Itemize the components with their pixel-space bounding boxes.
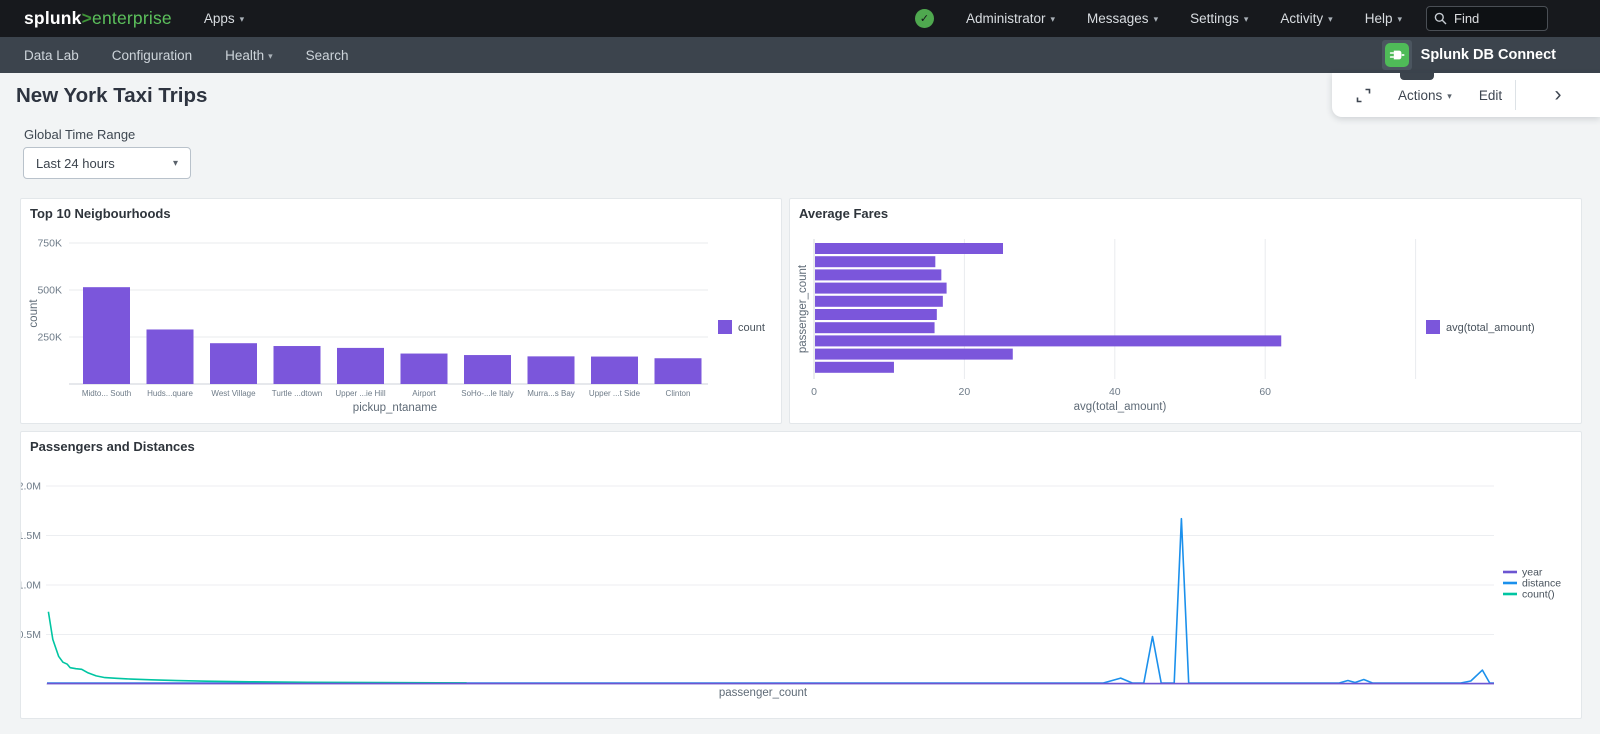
panel-average-fares: Average Fares 0204060avg(total_amount)pa… bbox=[789, 198, 1582, 424]
fullscreen-button[interactable] bbox=[1356, 88, 1371, 103]
svg-text:avg(total_amount): avg(total_amount) bbox=[1074, 401, 1167, 413]
bar-chart-top10[interactable]: 250K 500K 750K Midto... South Huds...quare We… bbox=[21, 199, 781, 423]
nav-item-health[interactable]: Health▾ bbox=[225, 48, 273, 63]
logo-brand: splunk bbox=[24, 8, 82, 28]
svg-text:1.0M: 1.0M bbox=[21, 580, 41, 592]
svg-text:passenger_count: passenger_count bbox=[719, 687, 808, 699]
time-range-value: Last 24 hours bbox=[36, 156, 173, 171]
panel-top10-neighbourhoods: Top 10 Neigbourhoods 250K500K750KMidto..… bbox=[20, 198, 782, 424]
svg-text:West Village: West Village bbox=[211, 389, 256, 398]
line-chart-passengers-distances[interactable]: 0.5M1.0M1.5M2.0Mpassenger_countyeardista… bbox=[21, 432, 1581, 718]
svg-text:Turtle ...dtown: Turtle ...dtown bbox=[272, 389, 322, 398]
logo-gt: > bbox=[82, 8, 92, 28]
nav-item-search[interactable]: Search bbox=[306, 48, 349, 63]
svg-text:60: 60 bbox=[1259, 386, 1271, 398]
svg-text:SoHo-...le Italy: SoHo-...le Italy bbox=[461, 389, 513, 398]
find-search-box[interactable] bbox=[1426, 6, 1548, 31]
time-range-label: Global Time Range bbox=[24, 127, 135, 142]
svg-text:Midto... South: Midto... South bbox=[82, 389, 131, 398]
messages-menu[interactable]: Messages▾ bbox=[1087, 11, 1158, 26]
db-connect-app-icon bbox=[1382, 40, 1412, 70]
caret-down-icon: ▾ bbox=[1051, 14, 1056, 25]
caret-down-icon: ▾ bbox=[1397, 14, 1402, 25]
app-title: Splunk DB Connect bbox=[1421, 47, 1556, 63]
svg-text:0.5M: 0.5M bbox=[21, 629, 41, 641]
expand-icon bbox=[1356, 88, 1371, 103]
search-icon bbox=[1434, 12, 1447, 25]
panel-handle bbox=[1400, 73, 1434, 80]
svg-text:Huds...quare: Huds...quare bbox=[147, 389, 193, 398]
edit-button[interactable]: Edit bbox=[1479, 88, 1502, 103]
svg-text:avg(total_amount): avg(total_amount) bbox=[1446, 322, 1535, 334]
caret-down-icon: ▾ bbox=[240, 14, 245, 25]
actions-button[interactable]: Actions▾ bbox=[1398, 88, 1452, 103]
caret-down-icon: ▾ bbox=[1244, 14, 1249, 25]
svg-text:1.5M: 1.5M bbox=[21, 530, 41, 542]
plug-icon bbox=[1385, 43, 1409, 67]
settings-menu[interactable]: Settings▾ bbox=[1190, 11, 1248, 26]
administrator-menu[interactable]: Administrator▾ bbox=[966, 11, 1055, 26]
svg-text:40: 40 bbox=[1109, 386, 1121, 398]
panel-passengers-distances: Passengers and Distances 0.5M1.0M1.5M2.0… bbox=[20, 431, 1582, 719]
caret-down-icon: ▾ bbox=[1154, 14, 1159, 25]
nav-item-data-lab[interactable]: Data Lab bbox=[24, 48, 79, 63]
caret-down-icon: ▾ bbox=[1328, 14, 1333, 25]
top-nav-right: ✓ Administrator▾ Messages▾ Settings▾ Act… bbox=[915, 6, 1600, 31]
svg-text:Upper ...ie Hill: Upper ...ie Hill bbox=[335, 389, 385, 398]
top-nav: splunk>enterprise Apps▾ ✓ Administrator▾… bbox=[0, 0, 1600, 37]
nav-item-configuration[interactable]: Configuration bbox=[112, 48, 192, 63]
chevron-right-icon: › bbox=[1555, 83, 1562, 107]
splunk-logo: splunk>enterprise bbox=[24, 8, 172, 29]
svg-text:750K: 750K bbox=[37, 238, 62, 250]
svg-text:passenger_count: passenger_count bbox=[797, 264, 809, 353]
collapse-panel-button[interactable]: › bbox=[1515, 80, 1600, 110]
svg-text:pickup_ntaname: pickup_ntaname bbox=[353, 402, 437, 414]
svg-text:20: 20 bbox=[959, 386, 971, 398]
svg-text:count: count bbox=[738, 322, 765, 334]
app-nav: Data Lab Configuration Health▾ Search Sp… bbox=[0, 37, 1600, 73]
svg-text:500K: 500K bbox=[37, 285, 62, 297]
logo-product: enterprise bbox=[92, 8, 172, 28]
time-range-dropdown[interactable]: Last 24 hours ▾ bbox=[23, 147, 191, 179]
dashboard-action-bar: Actions▾ Edit › bbox=[1332, 73, 1600, 117]
app-identity: Splunk DB Connect bbox=[1382, 40, 1556, 70]
hbar-chart-average-fares[interactable]: 0 20 40 60 avg(total_amount) passenger_counta… bbox=[790, 199, 1581, 423]
svg-text:Murra...s Bay: Murra...s Bay bbox=[527, 389, 575, 398]
svg-text:count(): count() bbox=[1522, 589, 1555, 601]
find-search-input[interactable] bbox=[1452, 10, 1526, 27]
caret-down-icon: ▾ bbox=[173, 158, 178, 169]
svg-text:Clinton: Clinton bbox=[666, 389, 691, 398]
caret-down-icon: ▾ bbox=[1447, 91, 1452, 102]
svg-text:0: 0 bbox=[811, 386, 817, 398]
activity-menu[interactable]: Activity▾ bbox=[1280, 11, 1332, 26]
svg-text:250K: 250K bbox=[37, 332, 62, 344]
caret-down-icon: ▾ bbox=[268, 51, 273, 62]
svg-text:count: count bbox=[28, 299, 40, 328]
svg-text:2.0M: 2.0M bbox=[21, 481, 41, 493]
splunk-dashboard: splunk>enterprise Apps▾ ✓ Administrator▾… bbox=[0, 0, 1600, 734]
svg-text:Upper ...t Side: Upper ...t Side bbox=[589, 389, 641, 398]
svg-text:Airport: Airport bbox=[412, 389, 436, 398]
page-title: New York Taxi Trips bbox=[16, 84, 207, 108]
apps-menu[interactable]: Apps▾ bbox=[204, 11, 244, 26]
health-status-icon[interactable]: ✓ bbox=[915, 9, 934, 28]
help-menu[interactable]: Help▾ bbox=[1365, 11, 1402, 26]
